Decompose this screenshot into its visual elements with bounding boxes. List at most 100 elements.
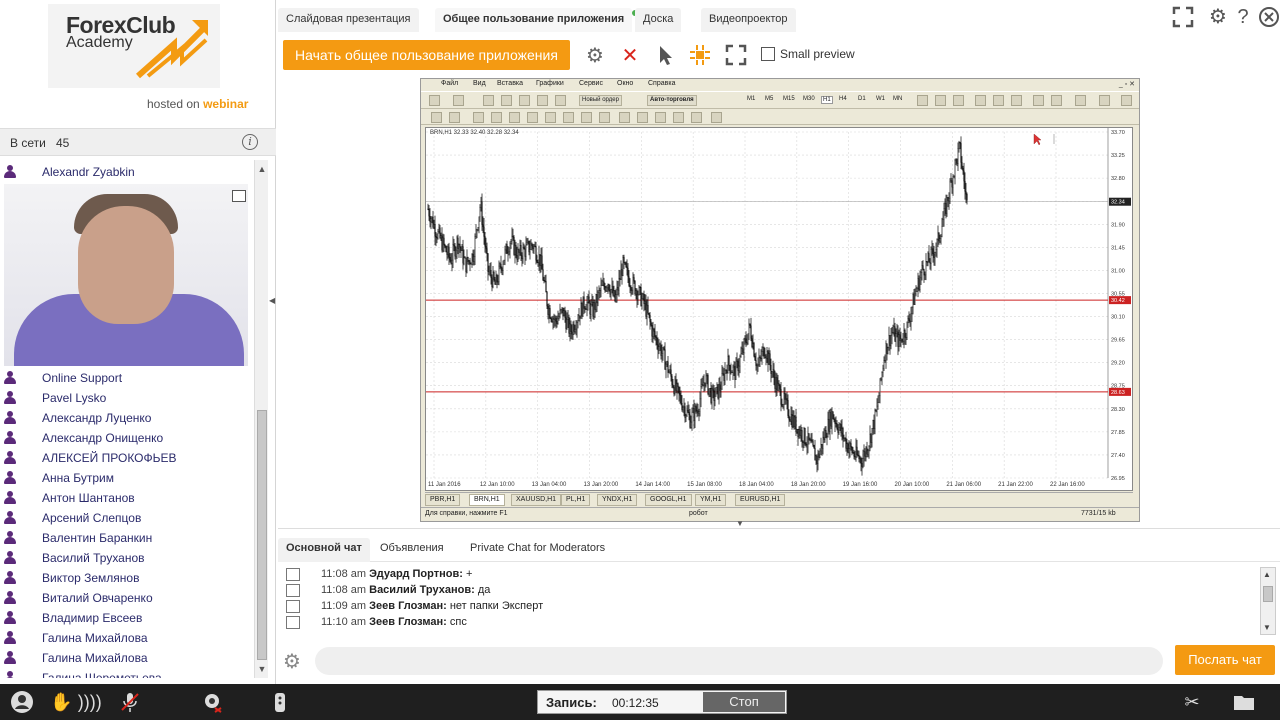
rectangle-icon[interactable] (619, 112, 630, 123)
pitchfork-icon[interactable] (673, 112, 684, 123)
attendee-scrollbar[interactable]: ▲ ▼ (254, 160, 268, 678)
scroll-down-icon[interactable]: ▼ (1263, 623, 1271, 632)
tf-m1[interactable]: M1 (747, 96, 755, 102)
message-checkbox[interactable] (286, 616, 300, 629)
small-preview-checkbox[interactable] (761, 47, 775, 61)
vertical-line-icon[interactable] (473, 112, 484, 123)
mt4-menu-item[interactable]: Справка (648, 80, 675, 87)
stop-sharing-icon[interactable]: ✕ (618, 44, 642, 68)
user-row[interactable]: Галина Михайлова (0, 648, 254, 668)
scroll-down-icon[interactable]: ▼ (256, 662, 268, 676)
line-chart-icon[interactable] (953, 95, 964, 106)
chart-tab[interactable]: PL,H1 (561, 494, 591, 506)
user-row[interactable]: Валентин Баранкин (0, 528, 254, 548)
user-row[interactable]: АЛЕКСЕЙ ПРОКОФЬЕВ (0, 448, 254, 468)
tf-d1[interactable]: D1 (858, 96, 866, 102)
tab-whiteboard[interactable]: Доска (635, 8, 682, 32)
user-row[interactable]: Василий Труханов (0, 548, 254, 568)
terminal-icon[interactable] (537, 95, 548, 106)
pointer-icon[interactable] (653, 44, 677, 68)
candle-chart-icon[interactable] (935, 95, 946, 106)
message-checkbox[interactable] (286, 568, 300, 581)
chart-tab[interactable]: PBR,H1 (425, 494, 461, 506)
text-icon[interactable] (563, 112, 574, 123)
tf-w1[interactable]: W1 (876, 96, 885, 102)
tile-icon[interactable] (1011, 95, 1022, 106)
user-row[interactable]: Виталий Овчаренко (0, 588, 254, 608)
user-row[interactable]: Анна Бутрим (0, 468, 254, 488)
more-tools-icon[interactable] (711, 112, 722, 123)
user-row[interactable]: Галина Михайлова (0, 628, 254, 648)
arrows-icon[interactable] (599, 112, 610, 123)
tf-h4[interactable]: H4 (839, 96, 847, 102)
horizontal-line-icon[interactable] (491, 112, 502, 123)
info-icon[interactable]: i (242, 134, 258, 150)
tf-m15[interactable]: M15 (783, 96, 795, 102)
microphone-muted-icon[interactable] (118, 690, 142, 714)
trendline-icon[interactable] (509, 112, 520, 123)
scroll-thumb[interactable] (1263, 586, 1273, 602)
gear-icon[interactable]: ⚙ (1207, 6, 1229, 28)
scroll-up-icon[interactable]: ▲ (256, 162, 268, 176)
channel-icon[interactable] (527, 112, 538, 123)
remote-icon[interactable] (268, 690, 292, 714)
user-row[interactable]: Арсений Слепцов (0, 508, 254, 528)
area-select-icon[interactable] (688, 44, 712, 68)
label-icon[interactable] (581, 112, 592, 123)
tf-m30[interactable]: M30 (803, 96, 815, 102)
start-app-sharing-button[interactable]: Начать общее пользование приложения (283, 40, 570, 70)
new-order-button[interactable]: Новый ордер (579, 95, 622, 106)
mt4-menu-item[interactable]: Вид (473, 80, 486, 87)
new-chart-icon[interactable] (429, 95, 440, 106)
panel-collapse-handle[interactable]: ◀ (269, 296, 275, 366)
gear-icon[interactable]: ⚙ (583, 44, 607, 68)
gann-icon[interactable] (691, 112, 702, 123)
chat-input[interactable] (315, 647, 1163, 675)
chat-scrollbar[interactable]: ▲ ▼ (1260, 567, 1276, 635)
folder-icon[interactable] (1232, 690, 1256, 714)
user-row[interactable]: Владимир Евсеев (0, 608, 254, 628)
profile-icon[interactable] (10, 690, 34, 714)
mt4-menu-item[interactable]: Вставка (497, 80, 523, 87)
stop-recording-button[interactable]: Стоп (703, 692, 785, 712)
chart-tab[interactable]: YM,H1 (695, 494, 727, 506)
periods-icon[interactable] (1099, 95, 1110, 106)
video-expand-icon[interactable] (232, 190, 246, 202)
mt4-menu-item[interactable]: Файл (441, 80, 458, 87)
tab-video-projector[interactable]: Видеопроектор (701, 8, 796, 32)
chart-tab[interactable]: YNDX,H1 (597, 494, 638, 506)
mt4-menu-item[interactable]: Сервис (579, 80, 603, 87)
fit-screen-icon[interactable] (724, 44, 748, 68)
broadcast-icon[interactable]: ✋ )))) (48, 690, 104, 714)
user-row[interactable]: Галина Шереметьева (0, 668, 254, 678)
close-icon[interactable] (1258, 6, 1280, 28)
tf-m5[interactable]: M5 (765, 96, 773, 102)
market-watch-icon[interactable] (483, 95, 494, 106)
user-row[interactable]: Online Support (0, 368, 254, 388)
help-icon[interactable]: ? (1232, 6, 1254, 28)
send-chat-button[interactable]: Послать чат (1175, 645, 1275, 675)
tab-announcements[interactable]: Объявления (372, 538, 452, 562)
tf-h1[interactable]: H1 (821, 96, 833, 104)
tools-icon[interactable]: ✂ (1180, 690, 1204, 714)
cursor-icon[interactable] (431, 112, 442, 123)
zoom-in-icon[interactable] (975, 95, 986, 106)
tab-main-chat[interactable]: Основной чат (278, 538, 370, 562)
scroll-chart-icon[interactable] (1033, 95, 1044, 106)
price-chart[interactable]: 11 Jan 2016 12 Jan 10:00 13 Jan 04:00 13 Ja… (425, 127, 1133, 491)
tab-moderators-chat[interactable]: Private Chat for Moderators (462, 538, 613, 562)
scroll-thumb[interactable] (257, 410, 267, 660)
tf-mn[interactable]: MN (893, 96, 902, 102)
gear-icon[interactable]: ⚙ (283, 649, 301, 674)
message-checkbox[interactable] (286, 600, 300, 613)
scroll-up-icon[interactable]: ▲ (1263, 570, 1271, 579)
chart-tab[interactable]: BRN,H1 (469, 494, 505, 506)
triangle-icon[interactable] (655, 112, 666, 123)
mt4-menu-item[interactable]: Графики (536, 80, 564, 87)
chart-tab[interactable]: GOOGL,H1 (645, 494, 692, 506)
fibo-icon[interactable] (545, 112, 556, 123)
zoom-out-icon[interactable] (993, 95, 1004, 106)
mt4-window-controls-icon[interactable]: _ ▫ ✕ (1119, 80, 1135, 88)
bar-chart-icon[interactable] (917, 95, 928, 106)
user-row[interactable]: Антон Шантанов (0, 488, 254, 508)
